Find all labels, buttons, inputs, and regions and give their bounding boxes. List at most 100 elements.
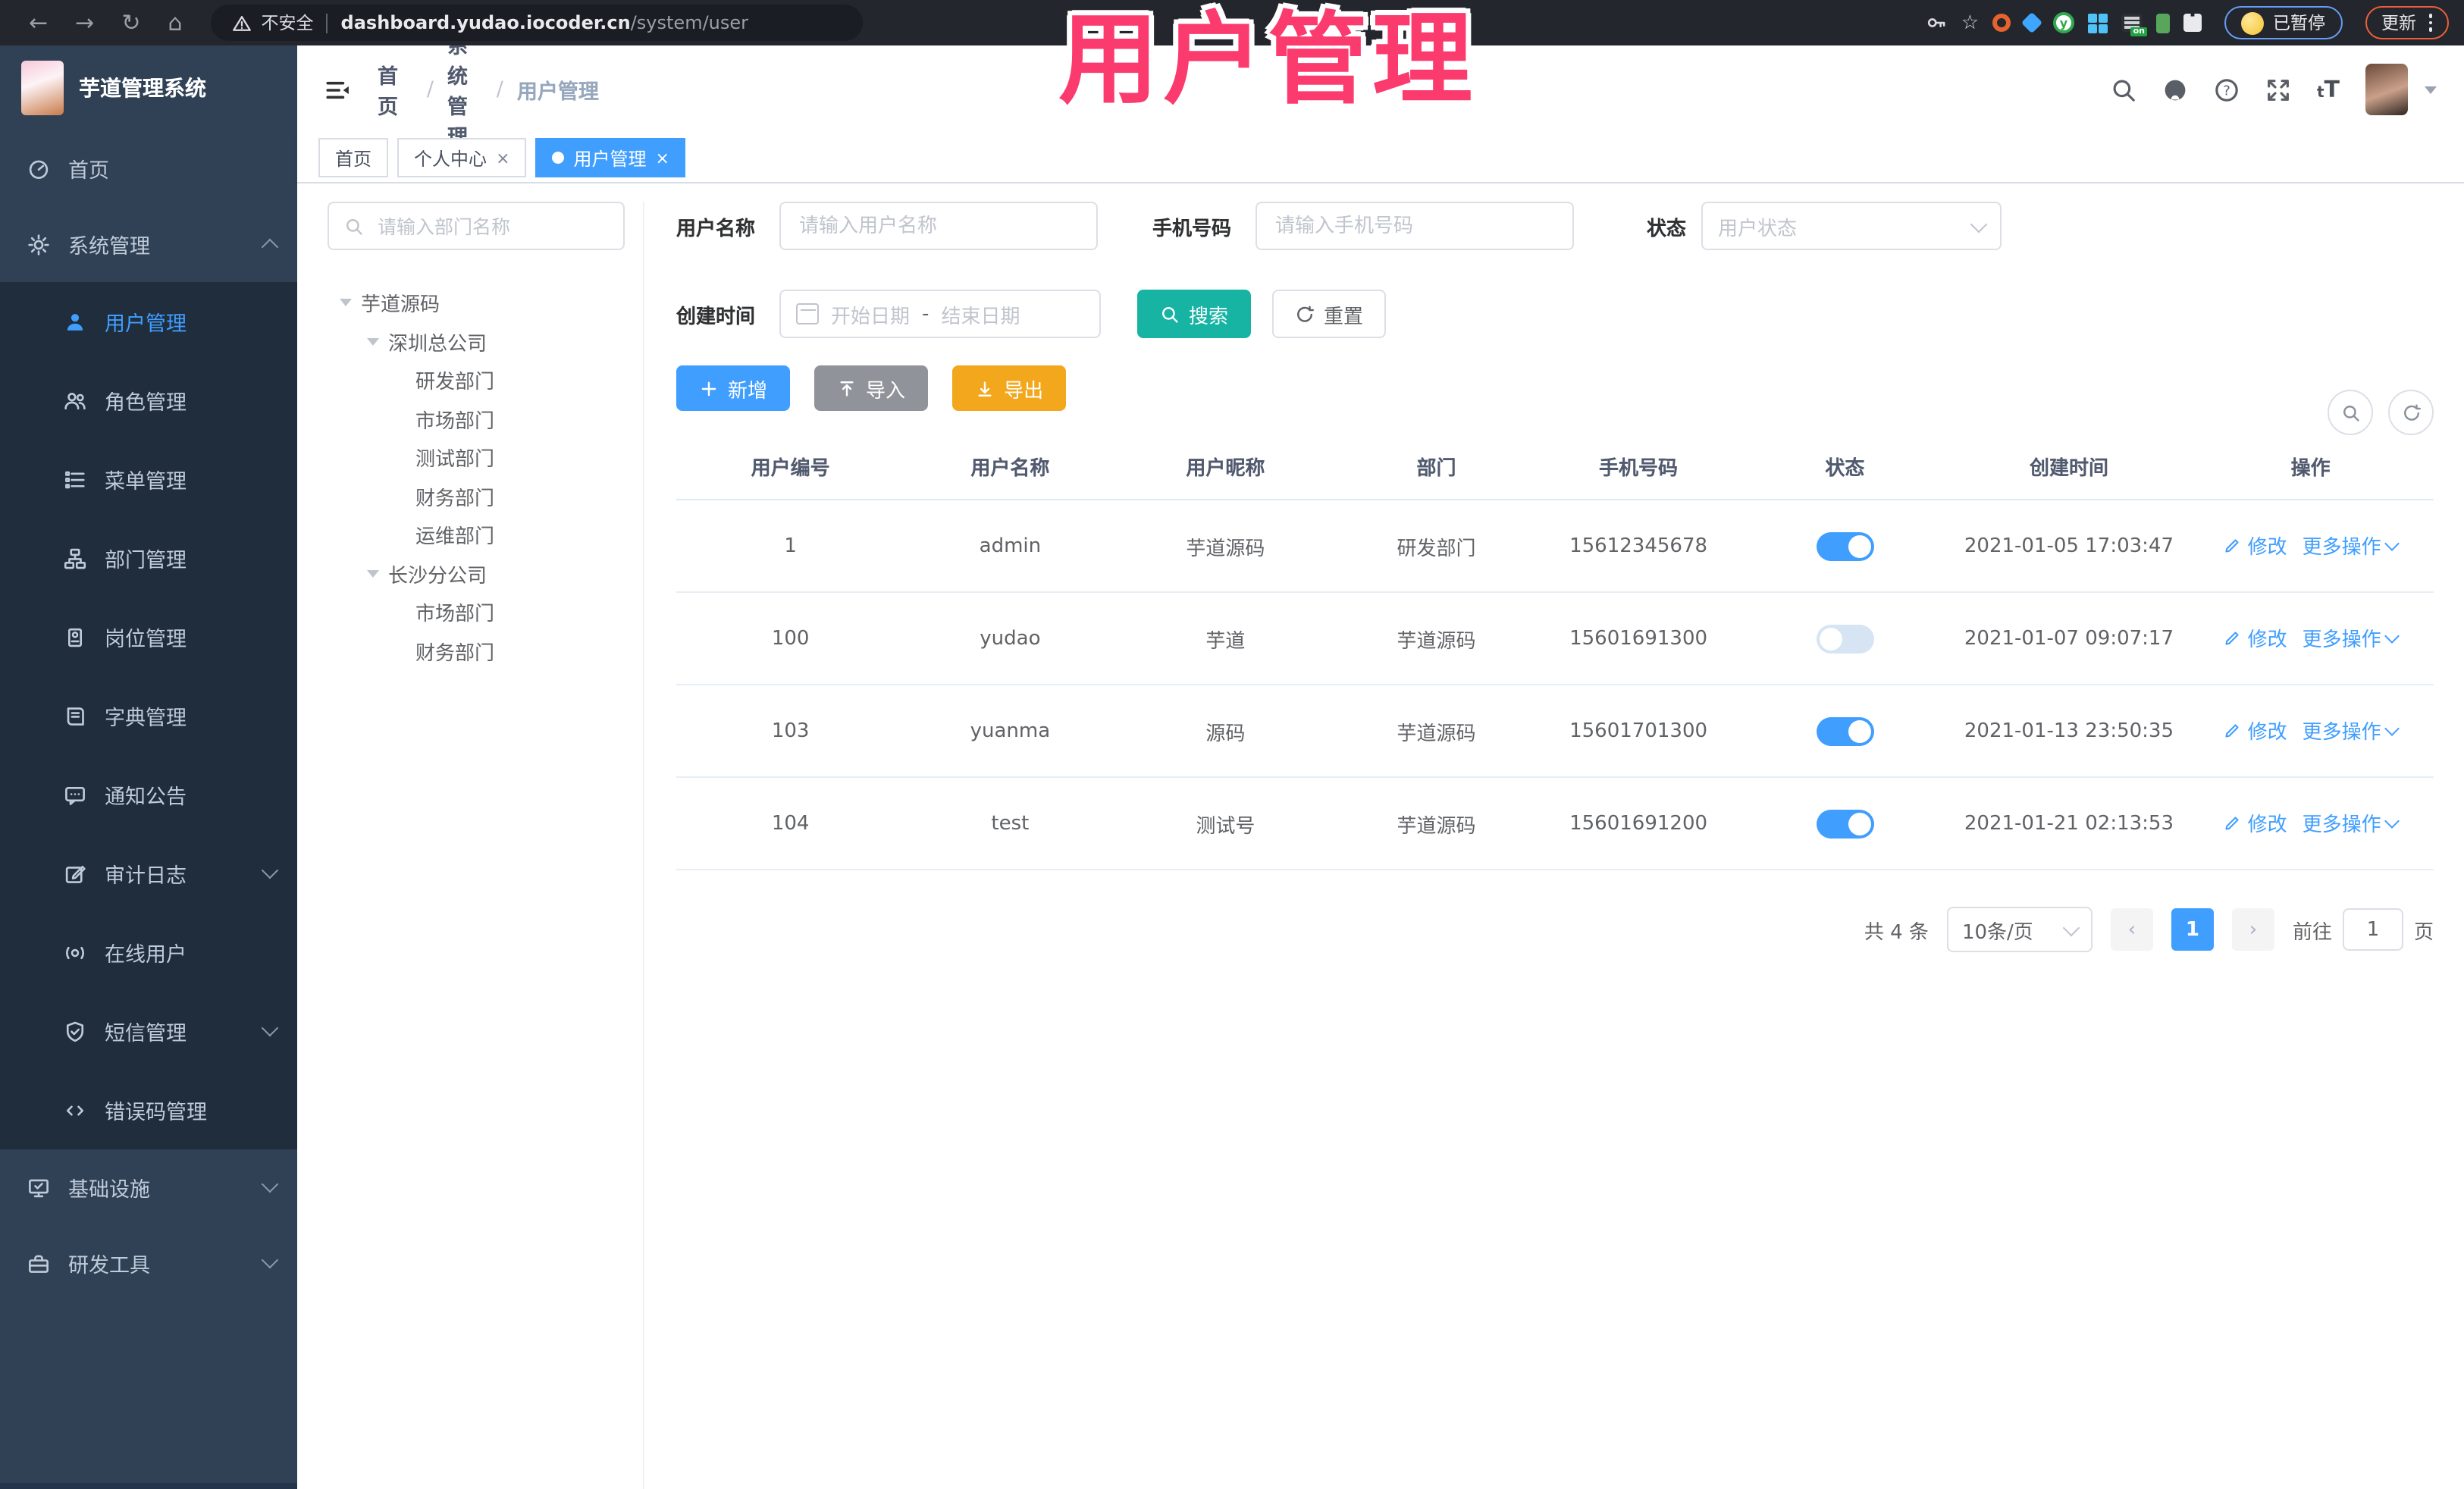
browser-home-icon[interactable]: ⌂ [168,11,182,34]
sidebar-item-label: 菜单管理 [105,470,187,494]
edit-link[interactable]: 修改 [2224,531,2287,560]
tab-profile[interactable]: 个人中心 × [397,138,527,177]
tree-node-leaf[interactable]: 财务部门 [328,477,625,516]
tab-user-mgmt[interactable]: 用户管理 × [535,138,686,177]
col-header-id: 用户编号 [751,457,830,480]
sidebar-item-post-mgmt[interactable]: 岗位管理 [0,597,297,676]
more-actions-link[interactable]: 更多操作 [2303,624,2400,653]
import-button[interactable]: 导入 [814,365,929,411]
dept-search-box[interactable] [328,202,625,250]
user-avatar[interactable] [2365,64,2408,115]
tree-expand-icon[interactable] [340,299,352,307]
close-icon[interactable]: × [496,148,509,168]
date-range-picker[interactable]: 开始日期 - 结束日期 [779,290,1101,338]
browser-reload-icon[interactable]: ↻ [121,11,140,34]
show-search-toggle-button[interactable] [2328,390,2373,435]
tree-node-leaf[interactable]: 财务部门 [328,632,625,670]
tree-node-branch[interactable]: 深圳总公司 [328,322,625,361]
sidebar-item-dict-mgmt[interactable]: 字典管理 [0,676,297,755]
sidebar-item-infrastructure[interactable]: 基础设施 [0,1149,297,1225]
extension-ubuntu-icon[interactable] [1992,14,2011,32]
more-actions-link[interactable]: 更多操作 [2303,716,2400,745]
github-icon[interactable] [2162,77,2188,102]
fullscreen-icon[interactable] [2265,77,2291,102]
profile-paused-badge[interactable]: 已暂停 [2224,6,2342,39]
sidebar-item-error-code[interactable]: 错误码管理 [0,1071,297,1149]
username-field[interactable] [779,202,1098,250]
sidebar-item-menu-mgmt[interactable]: 菜单管理 [0,440,297,519]
export-button[interactable]: 导出 [952,365,1067,411]
refresh-table-button[interactable] [2388,390,2434,435]
tab-home[interactable]: 首页 [318,138,389,177]
status-toggle[interactable] [1816,624,1874,653]
help-icon[interactable]: ? [2214,77,2240,102]
tree-node-root[interactable]: 芋道源码 [328,284,625,322]
extensions-puzzle-icon[interactable] [2183,14,2202,32]
sidebar-item-online-users[interactable]: 在线用户 [0,913,297,992]
reset-button[interactable]: 重置 [1272,290,1387,338]
extension-spray-icon[interactable] [2156,13,2170,33]
edit-link[interactable]: 修改 [2224,809,2287,838]
bookmark-star-icon[interactable]: ☆ [1961,11,1979,34]
browser-forward-icon[interactable]: → [75,11,94,34]
search-icon [1162,306,1178,322]
more-actions-link[interactable]: 更多操作 [2303,531,2400,560]
mobile-input[interactable] [1272,213,1557,239]
tree-expand-icon[interactable] [367,569,379,578]
font-size-icon[interactable]: tT [2317,76,2340,103]
tree-node-leaf[interactable]: 市场部门 [328,593,625,632]
sidebar-item-system[interactable]: 系统管理 [0,206,297,282]
page-number-button[interactable]: 1 [2171,908,2214,951]
edit-link[interactable]: 修改 [2224,716,2287,745]
sidebar-item-audit-log[interactable]: 审计日志 [0,834,297,913]
sidebar-item-dept-mgmt[interactable]: 部门管理 [0,519,297,597]
browser-update-button[interactable]: 更新 [2365,6,2449,39]
add-button[interactable]: 新增 [676,365,791,411]
tree-node-leaf[interactable]: 市场部门 [328,400,625,438]
status-toggle[interactable] [1816,809,1874,838]
close-icon[interactable]: × [656,148,669,168]
extension-y-icon[interactable]: y [2053,12,2074,33]
status-toggle[interactable] [1816,531,1874,560]
extension-gem-icon[interactable] [2020,11,2043,34]
chevron-down-icon [261,1251,279,1269]
extension-grid-icon[interactable] [2088,13,2108,33]
tree-expand-icon[interactable] [367,337,379,346]
browser-menu-kebab-icon[interactable] [2428,14,2432,32]
browser-back-icon[interactable]: ← [29,11,48,34]
username-input[interactable] [796,213,1081,239]
search-icon[interactable] [2111,77,2136,102]
more-actions-link[interactable]: 更多操作 [2303,809,2400,838]
tree-node-leaf[interactable]: 研发部门 [328,361,625,400]
status-select[interactable]: 用户状态 [1701,202,2002,250]
sidebar-item-label: 部门管理 [105,549,187,573]
mobile-field[interactable] [1256,202,1574,250]
sidebar-item-notice[interactable]: 通知公告 [0,755,297,834]
collapse-sidebar-icon[interactable] [324,77,350,102]
sidebar-item-home[interactable]: 首页 [0,130,297,206]
tree-node-leaf[interactable]: 测试部门 [328,438,625,477]
dept-search-input[interactable] [375,213,608,239]
user-menu-caret-icon[interactable] [2425,86,2437,93]
sidebar-item-sms-mgmt[interactable]: 短信管理 [0,992,297,1071]
next-page-button[interactable]: › [2231,908,2274,951]
status-toggle[interactable] [1816,716,1874,745]
main-area: 首页 / 系统管理 / 用户管理 ? tT [297,35,2464,1489]
sidebar-item-role-mgmt[interactable]: 角色管理 [0,361,297,440]
prev-page-button[interactable]: ‹ [2110,908,2153,951]
sidebar-item-user-mgmt[interactable]: 用户管理 [0,282,297,361]
url-bar[interactable]: 不安全 dashboard.yudao.iocoder.cn /system/u… [211,5,864,41]
goto-page-box: 前往 页 [2293,908,2434,951]
extension-list-on-icon[interactable]: on [2121,14,2147,36]
breadcrumb-system[interactable]: 系统管理 [447,29,483,150]
search-button[interactable]: 搜索 [1137,290,1252,338]
goto-page-input[interactable] [2342,908,2403,951]
sidebar-item-dev-tools[interactable]: 研发工具 [0,1225,297,1301]
password-key-icon[interactable] [1926,12,1948,33]
breadcrumb-home[interactable]: 首页 [378,59,413,120]
tree-node-branch[interactable]: 长沙分公司 [328,554,625,593]
tree-node-leaf[interactable]: 运维部门 [328,516,625,554]
app-logo[interactable]: 芋道管理系统 [0,45,297,130]
edit-link[interactable]: 修改 [2224,624,2287,653]
page-size-select[interactable]: 10条/页 [1946,907,2093,952]
